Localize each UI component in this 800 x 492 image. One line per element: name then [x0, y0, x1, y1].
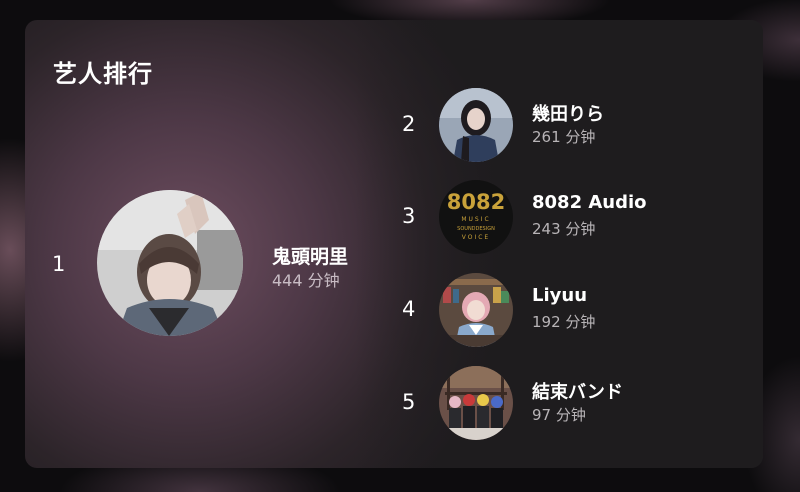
logo-line-3: VOICE: [462, 234, 490, 241]
rank-number: 2: [402, 112, 416, 136]
artist-item-4[interactable]: 4 Liyuu 192 分钟: [25, 271, 763, 349]
artist-name: 結束バンド: [532, 382, 623, 403]
artist-listen-minutes: 261 分钟: [532, 128, 596, 146]
logo-line-1: MUSIC: [461, 216, 490, 223]
artist-avatar: [439, 273, 513, 347]
artist-avatar-logo: 8082 MUSIC SOUNDDESIGN VOICE: [439, 180, 513, 254]
artist-name: 幾田りら: [532, 104, 604, 125]
artist-name: 8082 Audio: [532, 192, 647, 213]
artist-avatar: [439, 88, 513, 162]
rank-number: 3: [402, 204, 416, 228]
panel-title: 艺人排行: [53, 60, 153, 88]
artist-ranking-card: 艺人排行 1 鬼頭明里 444 分钟 2 幾田りら 261 分钟 3 8082 …: [25, 20, 763, 468]
rank-number: 5: [402, 390, 416, 414]
artist-name: Liyuu: [532, 285, 588, 306]
rank-number: 4: [402, 297, 416, 321]
artist-item-2[interactable]: 2 幾田りら 261 分钟: [25, 86, 763, 164]
logo-line-2: SOUNDDESIGN: [457, 226, 495, 232]
artist-listen-minutes: 192 分钟: [532, 313, 596, 331]
artist-avatar-group: [439, 366, 513, 440]
artist-listen-minutes: 243 分钟: [532, 220, 596, 238]
artist-item-3[interactable]: 3 8082 MUSIC SOUNDDESIGN VOICE 8082 Audi…: [25, 178, 763, 256]
artist-item-5[interactable]: 5 結束バンド 97 分钟: [25, 364, 763, 442]
logo-number-text: 8082: [447, 190, 505, 214]
artist-listen-minutes: 97 分钟: [532, 406, 586, 424]
